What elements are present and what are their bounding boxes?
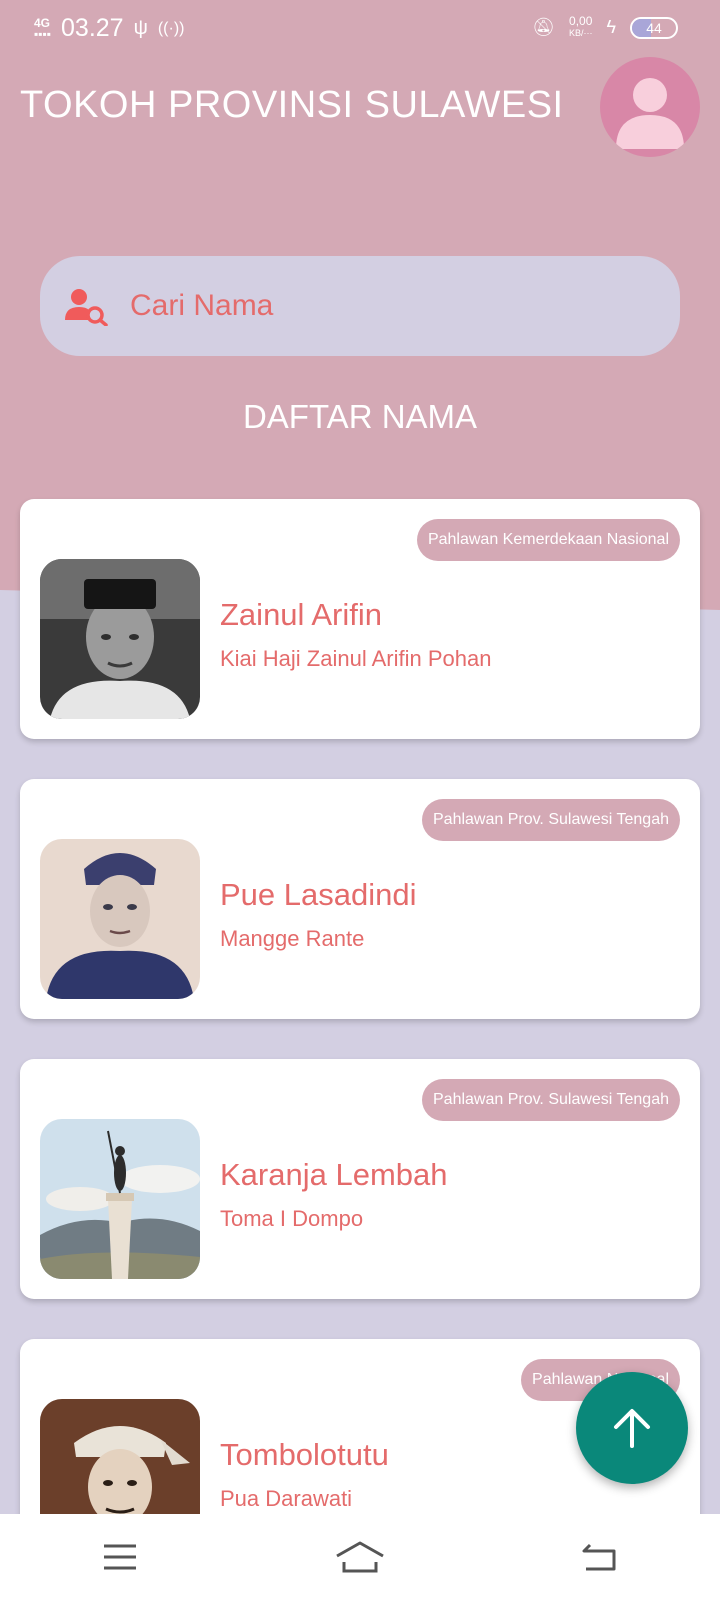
hero-name: Pue Lasadindi — [220, 877, 417, 912]
signal-icon: 4G ▪▪▪▪ — [34, 15, 52, 41]
person-icon — [616, 78, 684, 149]
hero-card-zainul-arifin[interactable]: Pahlawan Kemerdekaan Nasional Zainul Ari… — [20, 499, 700, 739]
hero-name: Karanja Lembah — [220, 1157, 448, 1192]
hero-name: Zainul Arifin — [220, 597, 382, 632]
section-title: DAFTAR NAMA — [242, 398, 478, 435]
hero-subtitle: Toma I Dompo — [220, 1206, 364, 1231]
hero-photo — [40, 839, 200, 999]
network-speed-value: 0,00 — [569, 14, 593, 28]
status-bar: 4G ▪▪▪▪ 03.27 ψ ((·)) 🔕︎ 0,00 KB/··· ϟ 44 — [0, 0, 720, 56]
network-type: 4G — [34, 15, 51, 30]
network-speed-unit: KB/··· — [568, 28, 593, 38]
scroll-to-top-button[interactable] — [576, 1372, 688, 1484]
charging-icon: ϟ — [606, 17, 616, 37]
hero-subtitle: Pua Darawati — [220, 1486, 353, 1511]
menu-icon — [104, 1544, 136, 1570]
hero-subtitle: Mangge Rante — [220, 926, 365, 951]
hero-photo — [40, 559, 200, 719]
hero-card-pue-lasadindi[interactable]: Pahlawan Prov. Sulawesi Tengah Pue Lasad… — [20, 779, 700, 1019]
hero-subtitle: Kiai Haji Zainul Arifin Pohan — [220, 646, 492, 671]
category-badge: Pahlawan Prov. Sulawesi Tengah — [422, 1079, 680, 1121]
back-icon — [582, 1543, 616, 1571]
recent-apps-button[interactable] — [88, 1537, 152, 1577]
system-nav-bar — [0, 1514, 720, 1600]
avatar[interactable] — [600, 57, 700, 157]
hero-card-karanja-lembah[interactable]: Pahlawan Prov. Sulawesi Tengah Karanja L… — [20, 1059, 700, 1299]
hotspot-icon: ((·)) — [157, 19, 185, 37]
usb-icon: ψ — [133, 17, 148, 39]
mute-icon: 🔕︎ — [532, 17, 555, 37]
battery-indicator: 44 — [630, 16, 678, 39]
arrow-up-icon — [614, 1409, 650, 1448]
back-button[interactable] — [568, 1537, 632, 1577]
network-speed: 0,00 KB/··· — [568, 14, 593, 39]
hero-photo — [40, 1119, 200, 1279]
page-title: TOKOH PROVINSI SULAWESI — [20, 84, 564, 126]
home-button[interactable] — [328, 1537, 392, 1577]
search-input[interactable] — [130, 289, 610, 323]
user-search-icon — [65, 289, 108, 326]
search-bar[interactable] — [40, 256, 680, 356]
home-icon — [336, 1541, 384, 1573]
category-badge: Pahlawan Prov. Sulawesi Tengah — [422, 799, 680, 841]
category-badge: Pahlawan Kemerdekaan Nasional — [416, 519, 680, 561]
battery-level: 44 — [646, 19, 662, 36]
clock: 03.27 — [61, 14, 124, 42]
hero-name: Tombolotutu — [220, 1437, 389, 1472]
